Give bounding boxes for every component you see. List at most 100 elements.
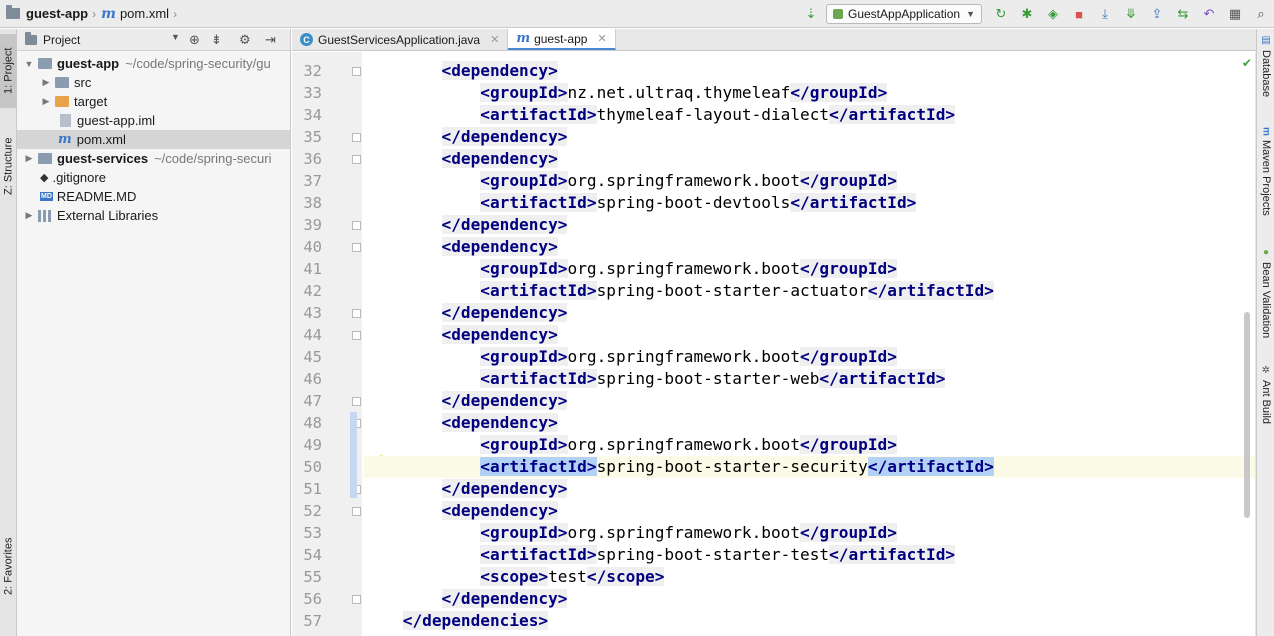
code-line[interactable]: </dependency> (364, 588, 1255, 610)
code-line[interactable]: <dependency> (364, 60, 1255, 82)
tree-item-label: External Libraries (57, 208, 159, 223)
fold-marker-icon[interactable] (352, 309, 361, 318)
expanded-arrow-icon[interactable]: ▼ (23, 59, 35, 69)
code-line[interactable]: </dependency> (364, 478, 1255, 500)
vcs-history-icon[interactable]: ⇆ (1174, 5, 1192, 23)
code-line[interactable]: </dependency> (364, 126, 1255, 148)
code-line[interactable]: <groupId>nz.net.ultraq.thymeleaf</groupI… (364, 82, 1255, 104)
code-line[interactable]: </dependency> (364, 390, 1255, 412)
tab-guest-services-application[interactable]: C GuestServicesApplication.java ✕ (292, 29, 509, 50)
vcs-change-marker[interactable] (350, 412, 357, 498)
vcs-update-icon[interactable]: ⤋ (1122, 5, 1140, 23)
code-line[interactable]: </dependency> (364, 302, 1255, 324)
stop-icon[interactable]: ■ (1070, 5, 1088, 23)
line-number: 56 (303, 590, 322, 608)
tool-tab-ant[interactable]: ✲ Ant Build (1257, 365, 1274, 435)
code-line[interactable]: <artifactId>spring-boot-devtools</artifa… (364, 192, 1255, 214)
fold-marker-icon[interactable] (352, 155, 361, 164)
collapse-all-icon[interactable]: ⇟ (211, 32, 222, 48)
code-line[interactable]: <groupId>org.springframework.boot</group… (364, 434, 1255, 456)
xml-close-tag: </artifactId> (829, 105, 956, 124)
breadcrumb-file[interactable]: pom.xml (120, 6, 169, 21)
fold-marker-icon[interactable] (352, 133, 361, 142)
fold-marker-icon[interactable] (352, 595, 361, 604)
code-line[interactable]: <dependency> (364, 148, 1255, 170)
code-line[interactable]: <dependency> (364, 236, 1255, 258)
collapsed-arrow-icon[interactable]: ▶ (23, 210, 35, 221)
inspection-ok-icon[interactable]: ✔ (1242, 56, 1252, 70)
tree-item-guest-services[interactable]: ▶ guest-services ~/code/spring-securi (17, 149, 290, 168)
project-structure-icon[interactable]: ▦ (1226, 5, 1244, 23)
code-line[interactable]: <artifactId>spring-boot-starter-web</art… (364, 368, 1255, 390)
code-line[interactable]: <artifactId>spring-boot-starter-actuator… (364, 280, 1255, 302)
xml-open-tag: <groupId> (480, 83, 568, 102)
line-number: 49 (303, 436, 322, 454)
tool-tab-bean-validation[interactable]: ● Bean Validation (1257, 247, 1274, 353)
tree-item-external-libraries[interactable]: ▶ External Libraries (17, 206, 290, 225)
xml-close-tag: </groupId> (800, 523, 897, 542)
code-line[interactable]: <groupId>org.springframework.boot</group… (364, 522, 1255, 544)
xml-close-tag: </groupId> (800, 259, 897, 278)
tree-item-path: ~/code/spring-securi (154, 151, 272, 166)
update-running-app-icon[interactable]: ⤓ (1096, 5, 1114, 23)
code-line[interactable]: <dependency> (364, 324, 1255, 346)
xml-close-tag: </artifactId> (867, 281, 994, 300)
code-line[interactable]: <scope>test</scope> (364, 566, 1255, 588)
tab-guest-app[interactable]: m guest-app ✕ (508, 29, 616, 50)
left-tool-strip: 1: Project Z: Structure 2: Favorites (0, 29, 17, 636)
tree-item-src[interactable]: ▶ src (17, 73, 290, 92)
line-number: 35 (303, 128, 322, 146)
code-line[interactable]: <artifactId>spring-boot-starter-test</ar… (364, 544, 1255, 566)
code-line[interactable]: <groupId>org.springframework.boot</group… (364, 258, 1255, 280)
tree-item-guest-app-iml[interactable]: guest-app.iml (17, 111, 290, 130)
fold-marker-icon[interactable] (352, 221, 361, 230)
close-icon[interactable]: ✕ (490, 33, 499, 46)
scroll-from-source-icon[interactable]: ⊕ (189, 32, 200, 48)
xml-close-tag: </groupId> (800, 435, 897, 454)
collapsed-arrow-icon[interactable]: ▶ (40, 96, 52, 107)
breadcrumb-project[interactable]: guest-app (26, 6, 88, 21)
tool-tab-maven[interactable]: m Maven Projects (1257, 127, 1274, 235)
code-line[interactable]: </dependencies> (364, 610, 1255, 632)
build-icon[interactable]: ⇣ (802, 5, 820, 23)
code-line[interactable]: <dependency> (364, 500, 1255, 522)
view-chevron-down-icon[interactable]: ▼ (171, 32, 180, 42)
gear-icon[interactable]: ⚙ (239, 32, 251, 48)
tool-tab-database[interactable]: ▤ Database (1257, 35, 1274, 115)
fold-marker-icon[interactable] (352, 67, 361, 76)
revert-icon[interactable]: ↶ (1200, 5, 1218, 23)
project-panel-title[interactable]: Project (43, 33, 80, 47)
tool-tab-favorites[interactable]: 2: Favorites (0, 514, 17, 618)
code-editor[interactable]: 32 33 34 35 36 37 38 39 40 41 42 43 44 45 46 47 48 49 50 51… (292, 52, 1255, 636)
fold-marker-icon[interactable] (352, 507, 361, 516)
tree-item-readme[interactable]: MD README.MD (17, 187, 290, 206)
run-configuration-select[interactable]: GuestAppApplication ▼ (826, 4, 982, 24)
tree-item-target[interactable]: ▶ target (17, 92, 290, 111)
collapsed-arrow-icon[interactable]: ▶ (23, 153, 35, 164)
rerun-icon[interactable]: ↻ (992, 5, 1010, 23)
debug-icon[interactable]: ✱ (1018, 5, 1036, 23)
close-icon[interactable]: ✕ (597, 32, 606, 45)
tree-item-gitignore[interactable]: ◆ .gitignore (17, 168, 290, 187)
code-line[interactable]: </dependency> (364, 214, 1255, 236)
fold-marker-icon[interactable] (352, 397, 361, 406)
fold-marker-icon[interactable] (352, 331, 361, 340)
coverage-icon[interactable]: ◈ (1044, 5, 1062, 23)
code-line[interactable]: <groupId>org.springframework.boot</group… (364, 170, 1255, 192)
tool-tab-project[interactable]: 1: Project (0, 34, 17, 108)
collapsed-arrow-icon[interactable]: ▶ (40, 77, 52, 88)
fold-marker-icon[interactable] (352, 243, 361, 252)
tree-item-guest-app[interactable]: ▼ guest-app ~/code/spring-security/gu (17, 54, 290, 73)
hide-panel-icon[interactable]: ⇥ (265, 32, 276, 48)
tool-tab-structure[interactable]: Z: Structure (0, 121, 17, 211)
editor-scrollbar[interactable] (1244, 312, 1250, 518)
code-line[interactable]: <groupId>org.springframework.boot</group… (364, 346, 1255, 368)
tree-item-pom-xml[interactable]: m pom.xml (17, 130, 290, 149)
code-line[interactable]: <dependency> (364, 412, 1255, 434)
search-everywhere-icon[interactable]: ⌕ (1252, 5, 1270, 23)
code-line[interactable]: <artifactId>thymeleaf-layout-dialect</ar… (364, 104, 1255, 126)
vcs-commit-icon[interactable]: ⇪ (1148, 5, 1166, 23)
code-line[interactable]: <artifactId>spring-boot-starter-security… (364, 456, 1255, 478)
